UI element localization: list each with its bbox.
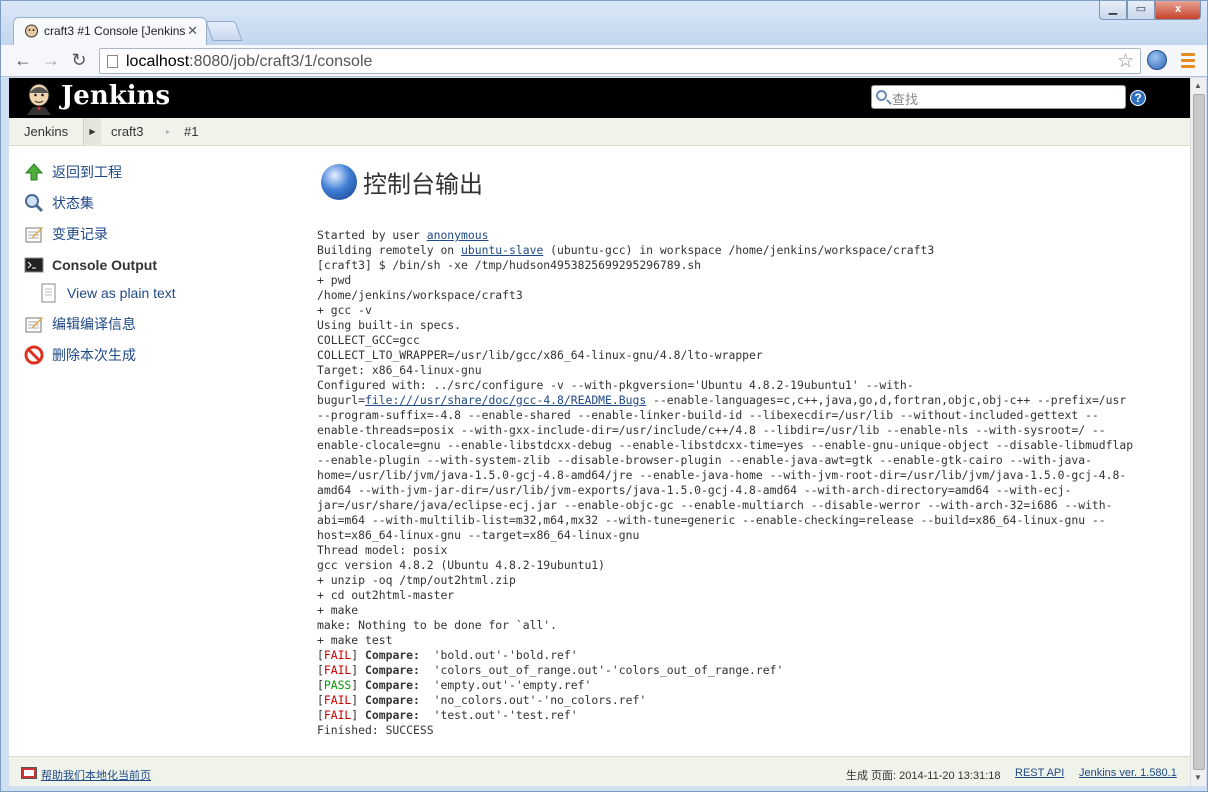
test-status: PASS <box>323 678 352 692</box>
notepad-icon <box>25 317 43 333</box>
sidebar-item-label: Console Output <box>52 257 157 273</box>
page-footer: 帮助我们本地化当前页 生成 页面: 2014-11-20 13:31:18 RE… <box>9 756 1190 786</box>
sidebar-item-changes[interactable]: 变更记录 <box>24 224 108 246</box>
sidebar-item-label: View as plain text <box>67 285 176 301</box>
url-host: localhost <box>126 53 190 70</box>
browser-tab[interactable]: craft3 #1 Console [Jenkins ✕ <box>13 17 207 45</box>
breadcrumb-separator-icon[interactable]: ▶ <box>83 118 101 146</box>
page-icon <box>107 55 118 68</box>
notepad-icon <box>25 227 43 243</box>
vertical-scrollbar[interactable]: ▲ ▼ <box>1190 78 1206 786</box>
jenkins-version-link[interactable]: Jenkins ver. 1.580.1 <box>1079 767 1177 779</box>
generated-timestamp: 生成 页面: 2014-11-20 13:31:18 <box>846 770 1001 782</box>
new-tab-button[interactable] <box>205 21 243 41</box>
sidebar-item-console-output[interactable]: Console Output <box>24 255 157 277</box>
sidebar-item-label: 状态集 <box>52 195 94 211</box>
scrollbar-thumb[interactable] <box>1193 94 1205 770</box>
breadcrumb: Jenkins ▶ craft3 ▸ #1 <box>9 118 1190 146</box>
test-status: FAIL <box>323 708 352 722</box>
browser-toolbar: ← → ↻ localhost:8080/job/craft3/1/consol… <box>1 45 1207 77</box>
console-output: Started by user anonymous Building remot… <box>317 228 1134 737</box>
sidebar-item-delete-build[interactable]: 删除本次生成 <box>24 345 136 367</box>
jenkins-butler-logo-icon[interactable] <box>23 81 55 115</box>
browser-window: craft3 #1 Console [Jenkins ✕ ▁ ▭ x ← → ↻… <box>0 0 1208 792</box>
jenkins-title[interactable]: Jenkins <box>61 81 170 111</box>
breadcrumb-jenkins[interactable]: Jenkins <box>24 124 68 139</box>
blue-ball-status-icon <box>321 164 357 200</box>
scroll-down-icon[interactable]: ▼ <box>1194 773 1202 782</box>
page-title: 控制台输出 <box>321 164 483 200</box>
sidebar-item-label: 编辑编译信息 <box>52 316 136 332</box>
breadcrumb-craft3[interactable]: craft3 <box>111 124 144 139</box>
address-bar[interactable]: localhost:8080/job/craft3/1/console ☆ <box>99 48 1141 74</box>
page-viewport: Jenkins 查找 ? Jenkins ▶ craft3 ▸ #1 返回到工程… <box>9 78 1190 786</box>
test-status: FAIL <box>323 648 352 662</box>
sidebar-item-label: 变更记录 <box>52 226 108 242</box>
tab-title: craft3 #1 Console [Jenkins <box>44 24 186 38</box>
window-controls: ▁ ▭ x <box>1099 1 1201 21</box>
minimize-button[interactable]: ▁ <box>1099 1 1127 20</box>
breadcrumb-build[interactable]: #1 <box>184 124 198 139</box>
search-icon <box>876 90 887 101</box>
bookmark-star-icon[interactable]: ☆ <box>1117 50 1134 73</box>
localize-link[interactable]: 帮助我们本地化当前页 <box>41 767 151 783</box>
title-bar: craft3 #1 Console [Jenkins ✕ ▁ ▭ x <box>1 1 1207 45</box>
url-path: :8080/job/craft3/1/console <box>189 53 373 70</box>
magnifier-icon <box>25 194 44 213</box>
flag-icon <box>21 767 37 779</box>
close-window-button[interactable]: x <box>1155 1 1201 20</box>
forward-arrow-icon[interactable]: → <box>39 49 63 73</box>
terminal-icon <box>24 257 44 273</box>
maximize-button[interactable]: ▭ <box>1127 1 1155 20</box>
test-status: FAIL <box>323 663 352 677</box>
sidebar-item-edit-build-info[interactable]: 编辑编译信息 <box>24 314 136 336</box>
breadcrumb-separator-icon: ▸ <box>165 127 170 136</box>
help-icon[interactable]: ? <box>1130 90 1146 106</box>
jenkins-header: Jenkins 查找 ? <box>9 78 1190 118</box>
page-title-text: 控制台输出 <box>363 170 483 199</box>
tab-close-icon[interactable]: ✕ <box>187 23 198 39</box>
scroll-up-icon[interactable]: ▲ <box>1194 81 1202 90</box>
jenkins-favicon-icon <box>25 24 38 38</box>
sidebar-item-plain-text[interactable]: View as plain text <box>39 283 176 305</box>
user-link[interactable]: anonymous <box>427 228 489 242</box>
document-icon <box>41 283 56 303</box>
up-arrow-icon <box>24 163 44 181</box>
test-status: FAIL <box>323 693 352 707</box>
rest-api-link[interactable]: REST API <box>1015 767 1064 779</box>
sidebar-item-label: 删除本次生成 <box>52 347 136 363</box>
node-link[interactable]: ubuntu-slave <box>461 243 543 257</box>
bug-url-link[interactable]: file:///usr/share/doc/gcc-4.8/README.Bug… <box>365 393 646 407</box>
back-arrow-icon[interactable]: ← <box>11 49 35 73</box>
reload-icon[interactable]: ↻ <box>67 49 91 73</box>
no-entry-icon <box>24 345 44 365</box>
sidebar-item-status[interactable]: 状态集 <box>24 193 94 215</box>
sidebar-item-label: 返回到工程 <box>52 164 122 180</box>
sidebar-item-back-to-project[interactable]: 返回到工程 <box>24 162 122 184</box>
globe-extension-icon[interactable] <box>1147 50 1167 70</box>
search-input[interactable]: 查找 <box>871 85 1126 109</box>
browser-menu-icon[interactable] <box>1181 53 1195 71</box>
search-placeholder: 查找 <box>892 92 919 107</box>
